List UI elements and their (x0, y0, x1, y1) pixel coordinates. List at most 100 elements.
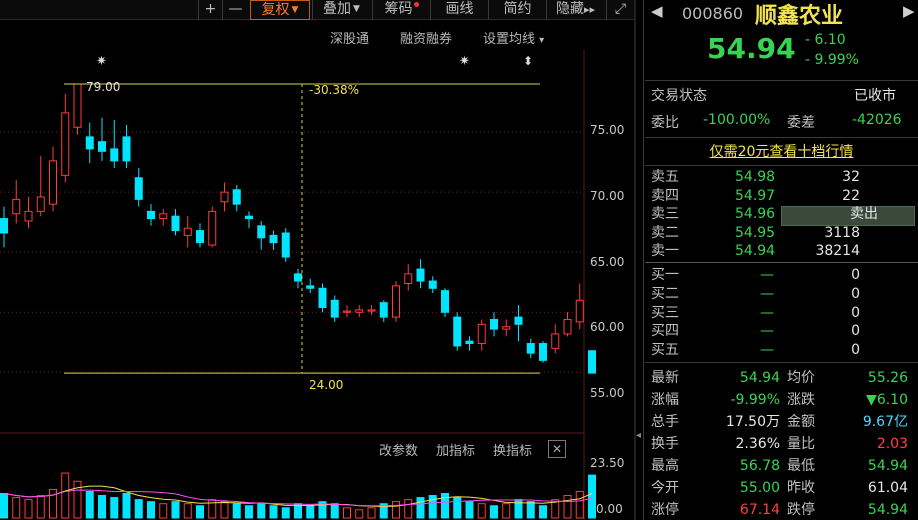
sell-row[interactable]: 卖二 54.95 3118 (645, 224, 918, 243)
volume-bar (122, 492, 131, 519)
zoom-out-button[interactable]: — (222, 0, 248, 20)
candle-up (73, 83, 82, 128)
collapse-handle-icon[interactable]: ◂ (636, 430, 642, 460)
volume-bar (330, 503, 339, 519)
order-level-label: 买三 (651, 304, 679, 321)
shengutong-button[interactable]: 深股通 (330, 28, 369, 47)
draw-line-button[interactable]: 画线 (430, 0, 488, 20)
overlay-label: 叠加 (323, 1, 352, 17)
next-stock-icon[interactable]: ▶ (903, 2, 915, 20)
stat-value: 2.03 (876, 436, 908, 452)
candle-down (588, 350, 596, 374)
volume-bar (526, 501, 535, 519)
order-price: 54.98 (735, 169, 776, 185)
stat-value: 17.50万 (725, 414, 780, 430)
volume-bar (563, 495, 572, 519)
buy-row[interactable]: 买三 — 0 (645, 304, 918, 323)
buy-row[interactable]: 买五 — 0 (645, 341, 918, 360)
candle-down (269, 234, 278, 244)
stat-label: 换手 (651, 436, 679, 452)
stats-row: 最高 56.78 最低 54.94 (645, 455, 918, 477)
candle-up (563, 319, 572, 335)
stat-label: 涨跌 (787, 392, 815, 408)
close-icon: ✕ (551, 442, 563, 456)
candle-up (477, 323, 486, 345)
stats-row: 涨幅 -9.99% 涨跌 ▼6.10 (645, 389, 918, 411)
volume-bar (306, 505, 315, 519)
add-indicator-button[interactable]: 加指标 (436, 440, 475, 459)
trade-status-value: 已收市 (854, 88, 896, 104)
switch-indicator-button[interactable]: 换指标 (493, 440, 532, 459)
volume-bar (392, 501, 400, 519)
candle-up (551, 333, 560, 349)
panel-border (643, 0, 644, 520)
chips-button[interactable]: 筹码 (372, 0, 430, 20)
star-icon[interactable]: ✷ (96, 54, 107, 69)
simple-mode-button[interactable]: 简约 (488, 0, 546, 20)
order-volume: 0 (851, 267, 860, 283)
fuquan-button[interactable]: 复权 ▼ (250, 0, 310, 20)
order-price: — (760, 267, 774, 283)
candle-up (220, 191, 229, 203)
star-icon[interactable]: ✷ (459, 54, 470, 69)
hide-button[interactable]: 隐藏▸▸ (546, 0, 604, 20)
order-volume: 0 (851, 304, 860, 321)
candle-up (12, 198, 21, 215)
stat-value: 54.94 (867, 502, 908, 518)
stock-code: 000860 (682, 4, 744, 23)
caret-down-icon: ▾ (539, 35, 545, 46)
volume-bar (183, 503, 192, 519)
volume-bar (245, 505, 253, 519)
volume-bar (0, 492, 8, 519)
buy-row[interactable]: 买四 — 0 (645, 322, 918, 341)
level2-promo-link[interactable]: 仅需20元查看十档行情 (710, 144, 854, 160)
candle-down (196, 230, 204, 244)
candle-down (0, 218, 8, 234)
volume-bar (232, 503, 241, 519)
close-indicator-button[interactable]: ✕ (548, 440, 566, 458)
high-price-label: 79.00 (86, 80, 121, 94)
divider (645, 165, 918, 166)
y-tick-label: 55.00 (590, 386, 625, 400)
y-tick-label: 60.00 (590, 320, 625, 334)
stat-value: -9.99% (730, 392, 780, 408)
sell-row[interactable]: 卖五 54.98 32 (645, 168, 918, 187)
buy-row[interactable]: 买一 — 0 (645, 266, 918, 285)
expand-button[interactable]: ⤢ (606, 0, 634, 20)
volume-bar (588, 474, 596, 519)
stat-value: 54.94 (867, 458, 908, 474)
order-price: — (760, 323, 774, 340)
updown-arrow-icon[interactable]: ⬍ (523, 54, 533, 68)
volume-bar (36, 495, 45, 519)
sell-row[interactable]: 卖一 54.94 38214 (645, 242, 918, 261)
overlay-button[interactable]: 叠加 ▼ (312, 0, 370, 20)
hide-label: 隐藏 (555, 1, 584, 17)
candle-up (208, 210, 217, 246)
candle-down (122, 136, 131, 162)
margin-trading-button[interactable]: 融资融券 (400, 28, 452, 47)
prev-stock-icon[interactable]: ◀ (651, 2, 663, 20)
candle-down (441, 290, 449, 313)
zoom-in-button[interactable]: + (198, 0, 222, 20)
stat-label: 最低 (787, 458, 815, 474)
stat-value: 67.14 (739, 502, 780, 518)
candle-down (416, 268, 425, 282)
order-volume: 22 (842, 187, 860, 204)
stats-row: 总手 17.50万 金额 9.67亿 (645, 411, 918, 433)
quote-panel: ◀ 000860 顺鑫农业 ▶ 54.94 - 6.10 - 9.99% 交易状… (645, 0, 918, 520)
sell-button-bg[interactable] (781, 206, 915, 226)
candlestick-chart[interactable] (0, 50, 634, 520)
order-price: 54.97 (735, 187, 776, 204)
stat-label: 最高 (651, 458, 679, 474)
y-tick-label: 65.00 (590, 255, 625, 269)
change-params-button[interactable]: 改参数 (379, 440, 418, 459)
caret-down-icon: ▼ (291, 5, 299, 15)
sell-row[interactable]: 卖四 54.97 22 (645, 187, 918, 206)
candle-up (575, 299, 584, 323)
candle-down (281, 232, 290, 258)
volume-bar (343, 507, 351, 519)
sell-action-label[interactable]: 卖出 (850, 205, 878, 224)
buy-row[interactable]: 买二 — 0 (645, 285, 918, 304)
set-ma-button[interactable]: 设置均线 ▾ (483, 28, 544, 47)
candle-down (514, 316, 523, 325)
